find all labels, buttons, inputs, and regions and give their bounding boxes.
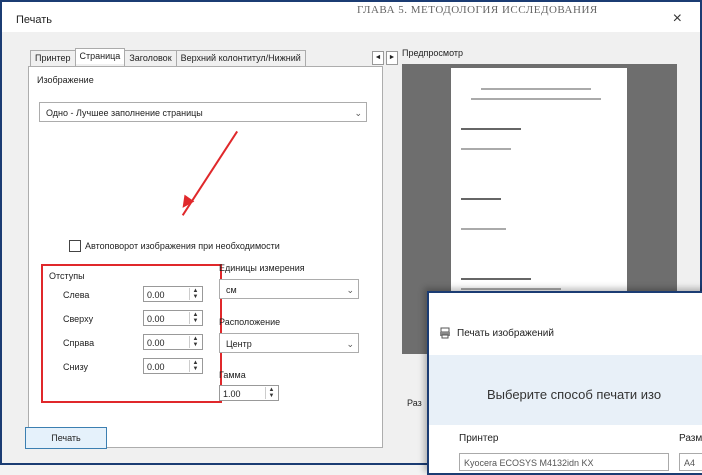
units-select[interactable]: см ⌄ [219, 279, 359, 299]
autorotate-option[interactable]: Автоповорот изображения при необходимост… [69, 240, 280, 252]
margin-left-value: 0.00 [147, 290, 165, 300]
preview-text-line [461, 128, 521, 130]
autorotate-label: Автоповорот изображения при необходимост… [85, 241, 280, 251]
preview-text-line [461, 288, 561, 290]
settings-pane: Принтер Страница Заголовок Верхний колон… [22, 42, 398, 452]
placement-select[interactable]: Центр ⌄ [219, 333, 359, 353]
print-dialog: Печать × ГЛАВА 5. МЕТОДОЛОГИЯ ИССЛЕДОВАН… [0, 0, 702, 475]
print-button[interactable]: Печать [25, 427, 107, 449]
image-label: Изображение [37, 75, 94, 85]
preview-text-line [461, 148, 511, 150]
size-select[interactable]: A4 [679, 453, 702, 471]
margin-bottom-value: 0.00 [147, 362, 165, 372]
tab-page[interactable]: Страница [74, 48, 126, 64]
printer-icon [439, 327, 451, 339]
image-mode-value: Одно - Лучшее заполнение страницы [46, 108, 203, 118]
margin-row-top: Сверху 0.00 ▲ ▼ [63, 310, 213, 328]
gamma-label: Гамма [219, 370, 246, 380]
preview-text-line [461, 198, 501, 200]
spinner-icon[interactable]: ▲ ▼ [189, 312, 201, 324]
tab-scroll-left-icon[interactable]: ◄ [372, 51, 384, 65]
preview-text-line [461, 278, 531, 280]
chevron-down-icon: ⌄ [354, 108, 362, 118]
tab-scroll: ◄ ► [372, 51, 398, 65]
units-value: см [226, 285, 237, 295]
margins-label: Отступы [49, 271, 85, 281]
tab-header[interactable]: Заголовок [124, 50, 177, 66]
placement-label: Расположение [219, 317, 281, 327]
margin-bottom-label: Снизу [63, 362, 89, 372]
overlay-heading: Выберите способ печати изо [487, 387, 662, 402]
spinner-icon[interactable]: ▲ ▼ [189, 336, 201, 348]
margin-right-input[interactable]: 0.00 ▲ ▼ [143, 334, 203, 350]
margin-top-label: Сверху [63, 314, 94, 324]
margin-left-label: Слева [63, 290, 90, 300]
margin-top-input[interactable]: 0.00 ▲ ▼ [143, 310, 203, 326]
gamma-value: 1.00 [223, 389, 241, 399]
preview-label: Предпросмотр [402, 48, 464, 58]
spinner-icon[interactable]: ▲ ▼ [189, 360, 201, 372]
close-icon[interactable]: × [673, 10, 682, 28]
overlay-title: Печать изображений [457, 328, 554, 339]
image-mode-select[interactable]: Одно - Лучшее заполнение страницы ⌄ [39, 102, 367, 122]
chevron-down-icon: ⌄ [346, 339, 354, 349]
printer-label: Принтер [459, 433, 499, 444]
placement-value: Центр [226, 339, 252, 349]
tab-scroll-right-icon[interactable]: ► [386, 51, 398, 65]
autorotate-checkbox[interactable] [69, 240, 81, 252]
chevron-down-icon: ⌄ [346, 285, 354, 295]
spinner-icon[interactable]: ▲ ▼ [265, 387, 277, 399]
margin-left-input[interactable]: 0.00 ▲ ▼ [143, 286, 203, 302]
page-tab-content: Изображение Одно - Лучшее заполнение стр… [28, 66, 383, 448]
preview-text-line [481, 88, 591, 90]
size-label: Разм [679, 433, 702, 444]
print-images-dialog: Печать изображений Выберите способ печат… [427, 291, 702, 475]
margin-right-value: 0.00 [147, 338, 165, 348]
spinner-icon[interactable]: ▲ ▼ [189, 288, 201, 300]
margin-bottom-input[interactable]: 0.00 ▲ ▼ [143, 358, 203, 374]
window-title: Печать [16, 14, 53, 26]
preview-text-line [471, 98, 601, 100]
printer-select[interactable]: Kyocera ECOSYS M4132idn KX [459, 453, 669, 471]
gamma-input[interactable]: 1.00 ▲ ▼ [219, 385, 279, 401]
margin-row-bottom: Снизу 0.00 ▲ ▼ [63, 358, 213, 376]
margin-row-left: Слева 0.00 ▲ ▼ [63, 286, 213, 304]
margin-row-right: Справа 0.00 ▲ ▼ [63, 334, 213, 352]
preview-text-line [461, 228, 506, 230]
margin-top-value: 0.00 [147, 314, 165, 324]
tab-header-footer[interactable]: Верхний колонтитул/Нижний [175, 50, 306, 66]
units-label: Единицы измерения [219, 263, 305, 273]
tab-printer[interactable]: Принтер [30, 50, 76, 66]
margins-group: Отступы Слева 0.00 ▲ ▼ Сверху 0.00 ▲ ▼ С… [41, 264, 222, 403]
background-document-text: ГЛАВА 5. МЕТОДОЛОГИЯ ИССЛЕДОВАНИЯ [357, 4, 598, 16]
size-label-partial: Раз [407, 398, 422, 408]
tab-strip: Принтер Страница Заголовок Верхний колон… [30, 48, 306, 66]
margin-right-label: Справа [63, 338, 95, 348]
